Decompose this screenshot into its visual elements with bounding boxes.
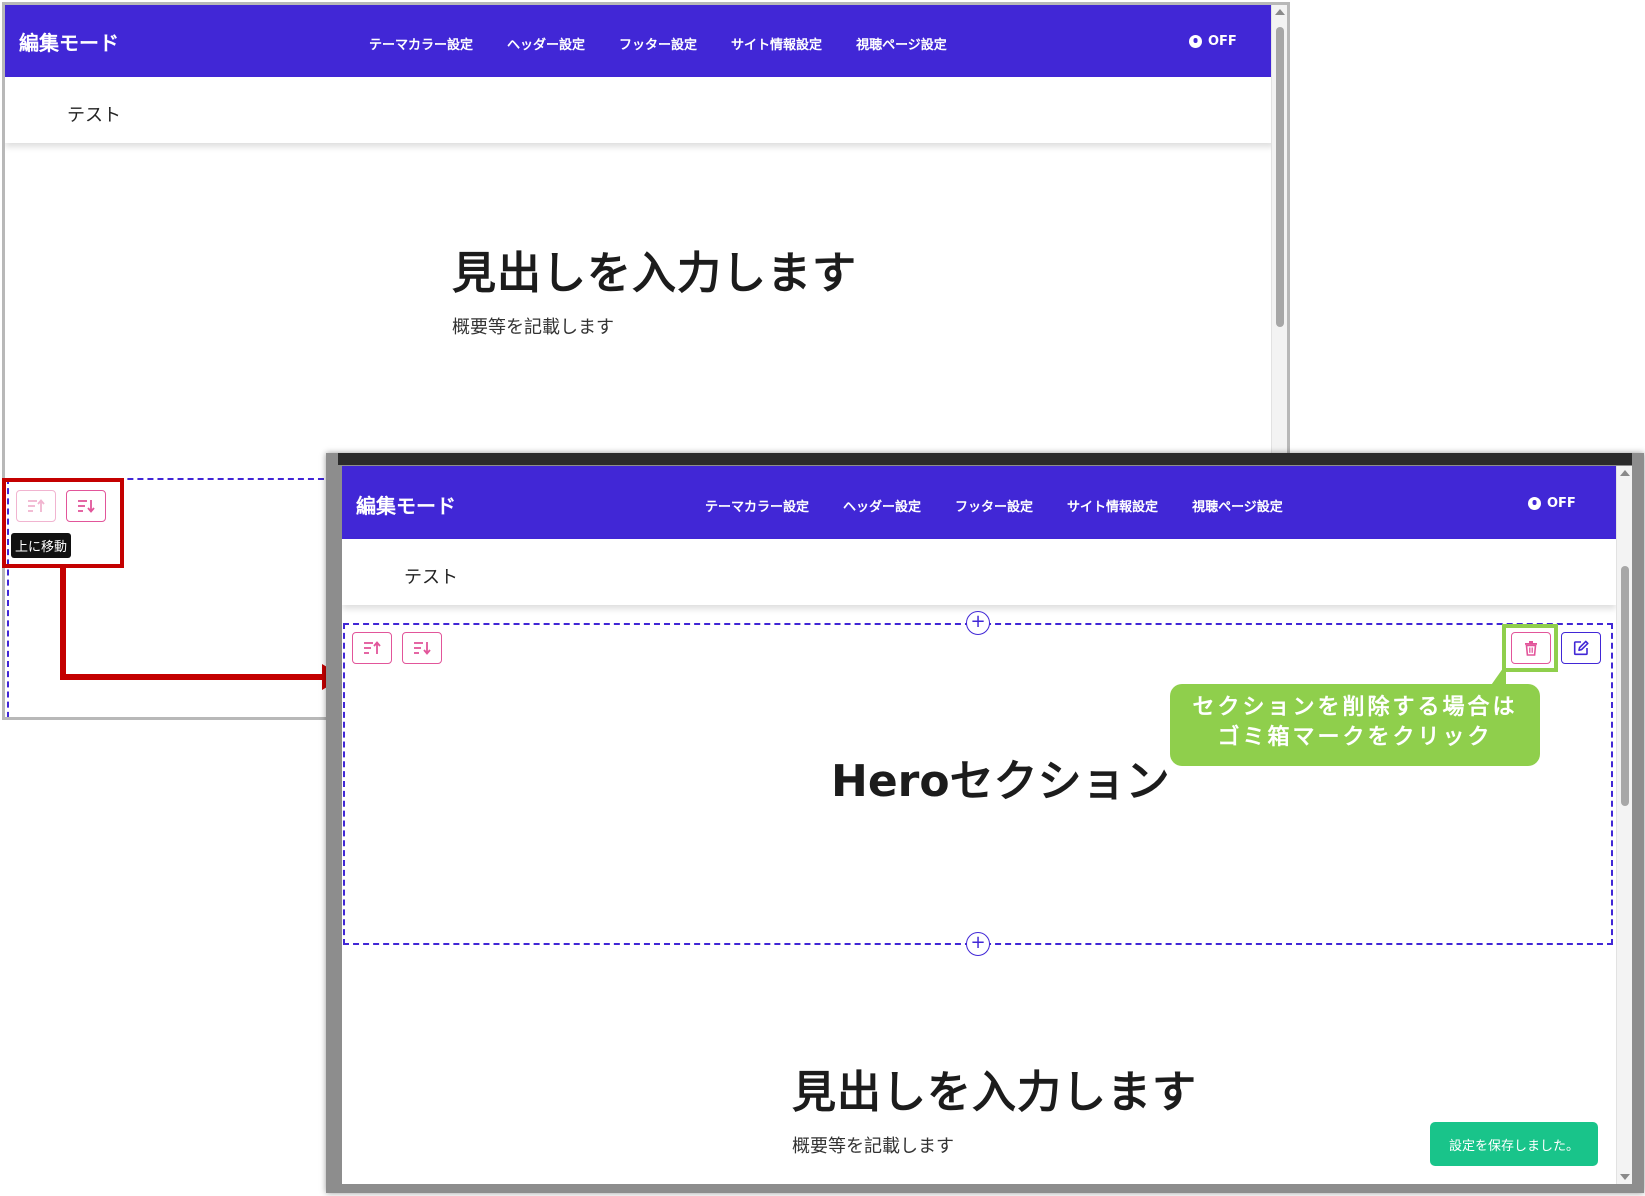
- site-header: テスト: [5, 77, 1274, 143]
- menu-site-info[interactable]: サイト情報設定: [731, 34, 822, 53]
- scroll-thumb[interactable]: [1621, 566, 1629, 806]
- section-description: 概要等を記載します: [452, 317, 614, 338]
- settings-menu: テーマカラー設定 ヘッダー設定 フッター設定 サイト情報設定 視聴ページ設定: [369, 34, 947, 53]
- menu-site-info[interactable]: サイト情報設定: [1067, 496, 1158, 515]
- section-heading: 見出しを入力します: [792, 1067, 1197, 1118]
- brand-title: 編集モード: [19, 31, 119, 55]
- move-up-icon: [364, 641, 381, 654]
- edit-mode-toggle[interactable]: OFF: [1189, 34, 1237, 49]
- scroll-up-arrow-icon[interactable]: [1620, 470, 1630, 476]
- delete-highlight-frame: [1502, 624, 1558, 672]
- callout-line-2: ゴミ箱マークをクリック: [1217, 725, 1493, 750]
- hero-section-title: Heroセクション: [831, 756, 1170, 807]
- menu-header[interactable]: ヘッダー設定: [507, 34, 585, 53]
- menu-footer[interactable]: フッター設定: [955, 496, 1033, 515]
- section-heading: 見出しを入力します: [452, 248, 857, 299]
- vertical-scrollbar[interactable]: [1616, 466, 1632, 1184]
- settings-menu: テーマカラー設定 ヘッダー設定 フッター設定 サイト情報設定 視聴ページ設定: [705, 496, 1283, 515]
- scroll-thumb[interactable]: [1276, 27, 1284, 327]
- move-down-icon: [414, 642, 431, 655]
- callout-line-1: セクションを削除する場合は: [1192, 695, 1518, 720]
- site-header: テスト: [342, 539, 1616, 605]
- site-name: テスト: [67, 105, 121, 126]
- section-description: 概要等を記載します: [792, 1136, 954, 1157]
- user-circle-icon: [1528, 497, 1541, 510]
- toggle-label: OFF: [1208, 34, 1237, 49]
- scroll-down-arrow-icon[interactable]: [1620, 1174, 1630, 1180]
- annotation-arrow-vertical: [60, 566, 66, 680]
- edit-mode-toggle[interactable]: OFF: [1528, 496, 1576, 511]
- annotation-arrow-horizontal: [60, 674, 324, 680]
- menu-viewing-page[interactable]: 視聴ページ設定: [856, 34, 947, 53]
- annotation-highlight-frame: [2, 478, 124, 568]
- toggle-label: OFF: [1547, 496, 1576, 511]
- front-browser-window: 編集モード テーマカラー設定 ヘッダー設定 フッター設定 サイト情報設定 視聴ペ…: [342, 466, 1632, 1184]
- menu-footer[interactable]: フッター設定: [619, 34, 697, 53]
- edit-mode-navbar: 編集モード テーマカラー設定 ヘッダー設定 フッター設定 サイト情報設定 視聴ペ…: [342, 466, 1616, 539]
- delete-hint-callout: セクションを削除する場合は ゴミ箱マークをクリック: [1170, 684, 1540, 766]
- move-up-button[interactable]: [352, 632, 392, 664]
- add-section-above-button[interactable]: +: [966, 611, 990, 635]
- move-down-button[interactable]: [402, 632, 442, 664]
- save-success-toast: 設定を保存しました。: [1430, 1122, 1598, 1166]
- menu-theme-color[interactable]: テーマカラー設定: [369, 34, 473, 53]
- menu-viewing-page[interactable]: 視聴ページ設定: [1192, 496, 1283, 515]
- menu-header[interactable]: ヘッダー設定: [843, 496, 921, 515]
- user-circle-icon: [1189, 35, 1202, 48]
- brand-title: 編集モード: [356, 494, 456, 518]
- scroll-up-arrow-icon[interactable]: [1275, 9, 1285, 15]
- window-top-strip: [338, 453, 1632, 465]
- menu-theme-color[interactable]: テーマカラー設定: [705, 496, 809, 515]
- add-section-below-button[interactable]: +: [966, 932, 990, 956]
- edit-section-button[interactable]: [1561, 632, 1601, 664]
- edit-mode-navbar: 編集モード テーマカラー設定 ヘッダー設定 フッター設定 サイト情報設定 視聴ペ…: [5, 5, 1274, 77]
- site-name: テスト: [404, 567, 458, 588]
- edit-icon: [1573, 640, 1589, 656]
